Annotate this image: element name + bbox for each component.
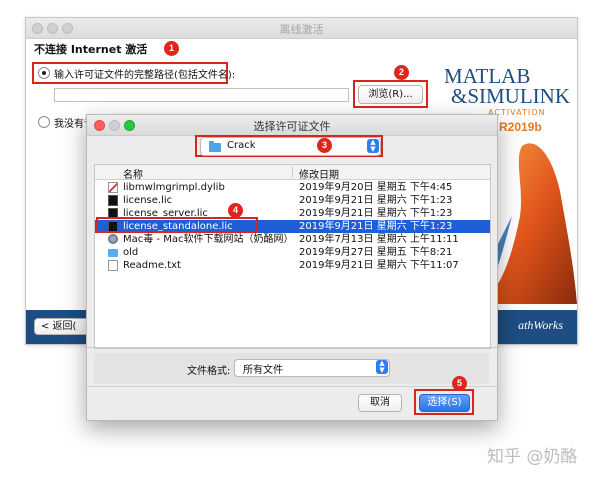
cancel-button[interactable]: 取消 [358, 394, 402, 412]
dialog-title: 选择许可证文件 [253, 120, 331, 133]
step-badge-1: 1 [164, 41, 179, 56]
file-format-select[interactable]: 所有文件 ▲ ▼ [234, 359, 390, 377]
file-name: Mac毒 - Mac软件下载网站（奶酪网） [123, 234, 294, 245]
chevron-updown-icon: ▲ ▼ [367, 139, 379, 153]
list-header: 名称 修改日期 [95, 165, 490, 181]
file-modified-date: 2019年9月21日 星期六 下午1:23 [299, 208, 453, 219]
file-modified-date: 2019年7月13日 星期六 上午11:11 [299, 234, 459, 245]
file-format-label: 文件格式: [187, 366, 231, 377]
step-badge-4: 4 [228, 203, 243, 218]
file-name: libmwlmgrimpl.dylib [123, 182, 225, 193]
logo-release-text: R2019b [499, 120, 542, 134]
logo-simulink-text: &SIMULINK [451, 84, 570, 108]
folder-icon [209, 141, 221, 152]
chevron-updown-icon: ▲ ▼ [376, 360, 388, 374]
location-select[interactable]: Crack ▲ ▼ [200, 137, 381, 156]
step-badge-3: 3 [317, 138, 332, 153]
column-header-name[interactable]: 名称 [123, 166, 143, 181]
file-list[interactable]: 名称 修改日期 libmwlmgrimpl.dylib 2019年9月20日 星期… [94, 164, 491, 349]
no-license-radio[interactable] [38, 116, 50, 128]
title-bar: 离线激活 [26, 18, 577, 39]
folder-icon [108, 249, 118, 257]
license-path-radio[interactable] [38, 67, 50, 79]
mathworks-brand: athWorks [518, 318, 563, 332]
watermark: 知乎 @奶酪 [487, 447, 578, 467]
file-row[interactable]: libmwlmgrimpl.dylib 2019年9月20日 星期五 下午4:45 [95, 181, 490, 194]
step-badge-2: 2 [394, 65, 409, 80]
dialog-divider [87, 386, 497, 387]
file-row[interactable]: Mac毒 - Mac软件下载网站（奶酪网） 2019年7月13日 星期六 上午11… [95, 233, 490, 246]
file-modified-date: 2019年9月21日 星期六 下午11:07 [299, 260, 459, 271]
window-title: 离线激活 [279, 23, 324, 36]
license-file-icon [108, 195, 118, 206]
disk-icon [108, 234, 118, 244]
file-row[interactable]: Readme.txt 2019年9月21日 星期六 下午11:07 [95, 259, 490, 272]
file-modified-date: 2019年9月27日 星期五 下午8:21 [299, 247, 453, 258]
file-modified-date: 2019年9月21日 星期六 下午1:23 [299, 221, 453, 232]
choose-license-dialog: 选择许可证文件 Crack ▲ ▼ 3 名称 修改日期 libmwlmgrimpl… [86, 114, 498, 421]
license-path-option-label: 输入许可证文件的完整路径(包括文件名): [54, 70, 236, 81]
location-value: Crack [227, 140, 256, 151]
dylib-icon [108, 182, 118, 193]
file-format-value: 所有文件 [243, 365, 283, 376]
column-header-modified[interactable]: 修改日期 [299, 166, 339, 181]
highlight-box-selected-file [96, 217, 258, 233]
file-modified-date: 2019年9月20日 星期五 下午4:45 [299, 182, 453, 193]
browse-button[interactable]: 浏览(R)... [358, 85, 423, 104]
file-row[interactable]: old 2019年9月27日 星期五 下午8:21 [95, 246, 490, 259]
offline-heading: 不连接 Internet 激活 [34, 43, 148, 56]
file-name: old [123, 247, 139, 258]
file-row[interactable]: license.lic 2019年9月21日 星期六 下午1:23 [95, 194, 490, 207]
choose-button[interactable]: 选择(S) [419, 394, 470, 412]
list-divider [87, 347, 497, 348]
file-name: Readme.txt [123, 260, 181, 271]
license-path-input[interactable] [54, 88, 349, 102]
file-name: license.lic [123, 195, 173, 206]
column-divider [292, 166, 293, 178]
dialog-title-bar: 选择许可证文件 [87, 115, 497, 136]
text-file-icon [108, 260, 118, 271]
file-modified-date: 2019年9月21日 星期六 下午1:23 [299, 195, 453, 206]
